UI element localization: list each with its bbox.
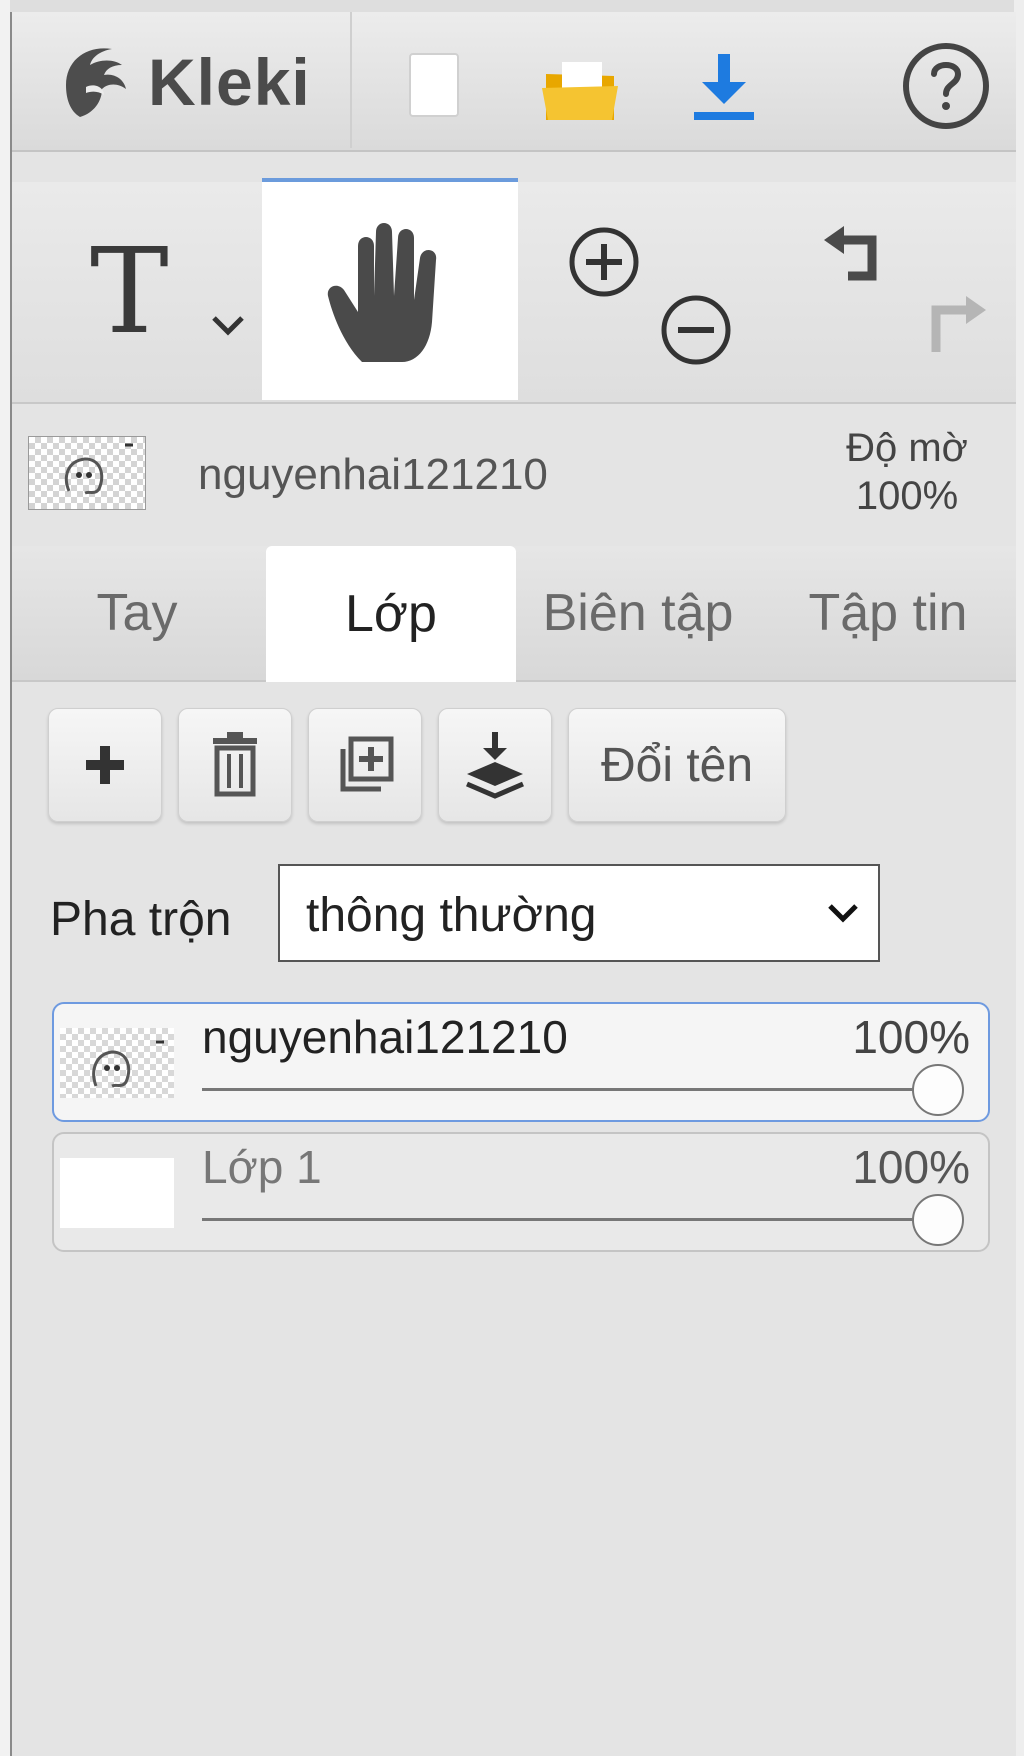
zoom-in-icon[interactable]	[564, 222, 644, 302]
trash-icon	[213, 732, 257, 797]
layer-name: Lớp 1	[202, 1141, 322, 1193]
ghost-drawing-icon	[64, 443, 133, 495]
hand-tool-button[interactable]	[262, 178, 518, 400]
duplicate-icon	[340, 736, 394, 792]
blend-mode-value: thông thường	[306, 889, 597, 942]
chevron-down-icon[interactable]	[208, 310, 248, 340]
tab-layers[interactable]: Lớp	[266, 546, 516, 682]
opacity-readout: Độ mờ 100%	[832, 424, 982, 520]
slider-handle[interactable]	[912, 1064, 964, 1116]
new-image-button[interactable]	[384, 36, 484, 136]
tab-file[interactable]: Tập tin	[760, 546, 1016, 680]
current-layer-name: nguyenhai121210	[198, 450, 548, 499]
layer-list-item[interactable]: nguyenhai121210 100%	[52, 1002, 990, 1122]
layer-thumbnail	[60, 1158, 174, 1228]
kleki-side-panel: Kleki T nguyenhai121210 Độ mờ 100% Tay L…	[10, 12, 1016, 1756]
tab-brush[interactable]: Tay	[12, 546, 262, 680]
history-controls	[764, 182, 1016, 402]
zoom-out-icon[interactable]	[656, 290, 736, 370]
layer-opacity: 100%	[852, 1011, 970, 1063]
window-edge-left	[0, 0, 10, 1756]
layer-name: nguyenhai121210	[202, 1011, 568, 1063]
slider-handle[interactable]	[912, 1194, 964, 1246]
tool-bar: T	[12, 178, 1016, 404]
download-icon	[694, 54, 754, 120]
layer-list-item[interactable]: Lớp 1 100%	[52, 1132, 990, 1252]
top-bar: Kleki	[12, 12, 1016, 152]
help-circle-icon	[903, 43, 989, 129]
layer-preview-row: nguyenhai121210 Độ mờ 100%	[12, 404, 1016, 546]
redo-icon[interactable]	[914, 290, 994, 370]
merge-down-button[interactable]	[438, 708, 552, 822]
plus-icon	[86, 746, 124, 784]
blend-mode-label: Pha trộn	[50, 893, 232, 946]
merge-down-icon	[466, 732, 524, 799]
help-button[interactable]	[896, 36, 996, 136]
zoom-controls	[522, 182, 762, 402]
opacity-value: 100%	[855, 474, 959, 518]
kleki-logo-icon	[66, 48, 126, 117]
blend-mode-select[interactable]: thông thường	[278, 864, 880, 962]
text-tool-button[interactable]: T	[12, 182, 260, 402]
text-tool-icon: T	[90, 222, 169, 360]
layer-preview-thumbnail[interactable]	[28, 436, 146, 510]
chevron-down-icon	[828, 904, 858, 923]
delete-layer-button[interactable]	[178, 708, 292, 822]
panel-tabs: Tay Lớp Biên tập Tập tin	[12, 546, 1016, 682]
layer-opacity-slider[interactable]	[202, 1218, 942, 1221]
app-title: Kleki	[148, 45, 311, 119]
tab-edit[interactable]: Biên tập	[518, 546, 758, 680]
ghost-drawing-icon	[92, 1040, 164, 1088]
kleki-logo[interactable]: Kleki	[56, 32, 311, 132]
layer-opacity: 100%	[852, 1141, 970, 1193]
save-download-button[interactable]	[674, 36, 774, 136]
hand-icon	[327, 223, 437, 362]
divider	[350, 12, 352, 148]
blank-page-icon	[409, 53, 459, 117]
folder-icon	[542, 62, 618, 120]
layer-thumbnail	[60, 1028, 174, 1098]
rename-layer-button[interactable]: Đổi tên	[568, 708, 786, 822]
layer-opacity-slider[interactable]	[202, 1088, 942, 1091]
duplicate-layer-button[interactable]	[308, 708, 422, 822]
open-file-button[interactable]	[532, 36, 632, 136]
undo-icon[interactable]	[816, 220, 896, 300]
add-layer-button[interactable]	[48, 708, 162, 822]
opacity-label: Độ mờ	[846, 426, 968, 470]
